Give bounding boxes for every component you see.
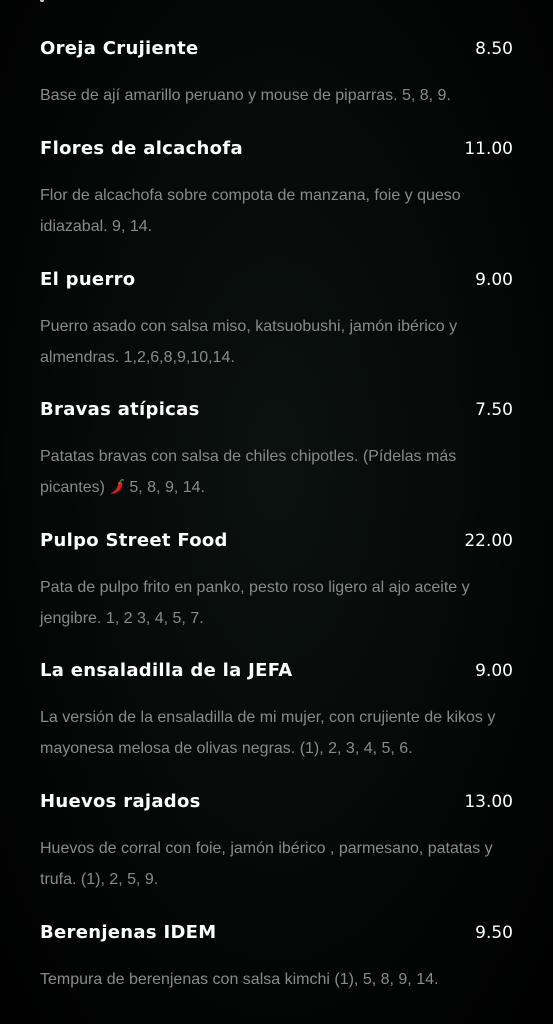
menu-item-header: Berenjenas IDEM 9.50 bbox=[40, 922, 513, 948]
item-description: Puerro asado con salsa miso, katsuobushi… bbox=[40, 318, 458, 366]
item-price: 9.00 bbox=[475, 270, 513, 290]
item-name: Oreja Crujiente bbox=[40, 38, 199, 59]
item-price: 11.00 bbox=[464, 139, 513, 159]
item-price: 8.50 bbox=[475, 39, 513, 59]
item-description: Tempura de berenjenas con salsa kimchi (… bbox=[40, 971, 439, 988]
menu-item: Pulpo Street Food 22.00 Pata de pulpo fr… bbox=[40, 530, 513, 634]
menu-item-header: El puerro 9.00 bbox=[40, 269, 513, 295]
item-price: 9.00 bbox=[475, 661, 513, 681]
chili-pepper-icon bbox=[111, 478, 125, 494]
item-description: La versión de la ensaladilla de mi mujer… bbox=[40, 709, 496, 757]
menu-item: Huevos rajados 13.00 Huevos de corral co… bbox=[40, 791, 513, 895]
item-description-allergens: 5, 8, 9, 14. bbox=[129, 479, 205, 496]
item-name: Huevos rajados bbox=[40, 791, 201, 812]
menu-item-header: Bravas atípicas 7.50 bbox=[40, 399, 513, 425]
item-description-text: Patatas bravas con salsa de chiles chipo… bbox=[40, 448, 457, 496]
item-name: Berenjenas IDEM bbox=[40, 922, 217, 943]
menu-item: Bravas atípicas 7.50 Patatas bravas con … bbox=[40, 399, 513, 503]
item-name: Pulpo Street Food bbox=[40, 530, 228, 551]
item-description: Flor de alcachofa sobre compota de manza… bbox=[40, 187, 461, 235]
menu-item: Oreja Crujiente 8.50 Base de ají amarill… bbox=[40, 38, 513, 111]
menu-item-header: Pulpo Street Food 22.00 bbox=[40, 530, 513, 556]
item-description: Patatas bravas con salsa de chiles chipo… bbox=[40, 441, 508, 503]
menu-item: Berenjenas IDEM 9.50 Tempura de berenjen… bbox=[40, 922, 513, 995]
item-name: Bravas atípicas bbox=[40, 399, 200, 420]
menu-item-header: Huevos rajados 13.00 bbox=[40, 791, 513, 817]
menu-item-header: Oreja Crujiente 8.50 bbox=[40, 38, 513, 64]
item-price: 7.50 bbox=[475, 400, 513, 420]
item-price: 22.00 bbox=[464, 531, 513, 551]
menu-item-header: La ensaladilla de la JEFA 9.00 bbox=[40, 660, 513, 686]
item-description: Pata de pulpo frito en panko, pesto roso… bbox=[40, 579, 470, 627]
menu-item: Flores de alcachofa 11.00 Flor de alcach… bbox=[40, 138, 513, 242]
menu-item-header: Flores de alcachofa 11.00 bbox=[40, 138, 513, 164]
item-price: 13.00 bbox=[464, 792, 513, 812]
menu-item: La ensaladilla de la JEFA 9.00 La versió… bbox=[40, 660, 513, 764]
item-name: Flores de alcachofa bbox=[40, 138, 243, 159]
menu-item: El puerro 9.00 Puerro asado con salsa mi… bbox=[40, 269, 513, 373]
item-price: 9.50 bbox=[475, 923, 513, 943]
item-description: Huevos de corral con foie, jamón ibérico… bbox=[40, 840, 493, 888]
item-name: La ensaladilla de la JEFA bbox=[40, 660, 293, 681]
previous-item-fragment bbox=[40, 0, 44, 2]
item-description: Base de ají amarillo peruano y mouse de … bbox=[40, 87, 451, 104]
item-name: El puerro bbox=[40, 269, 136, 290]
